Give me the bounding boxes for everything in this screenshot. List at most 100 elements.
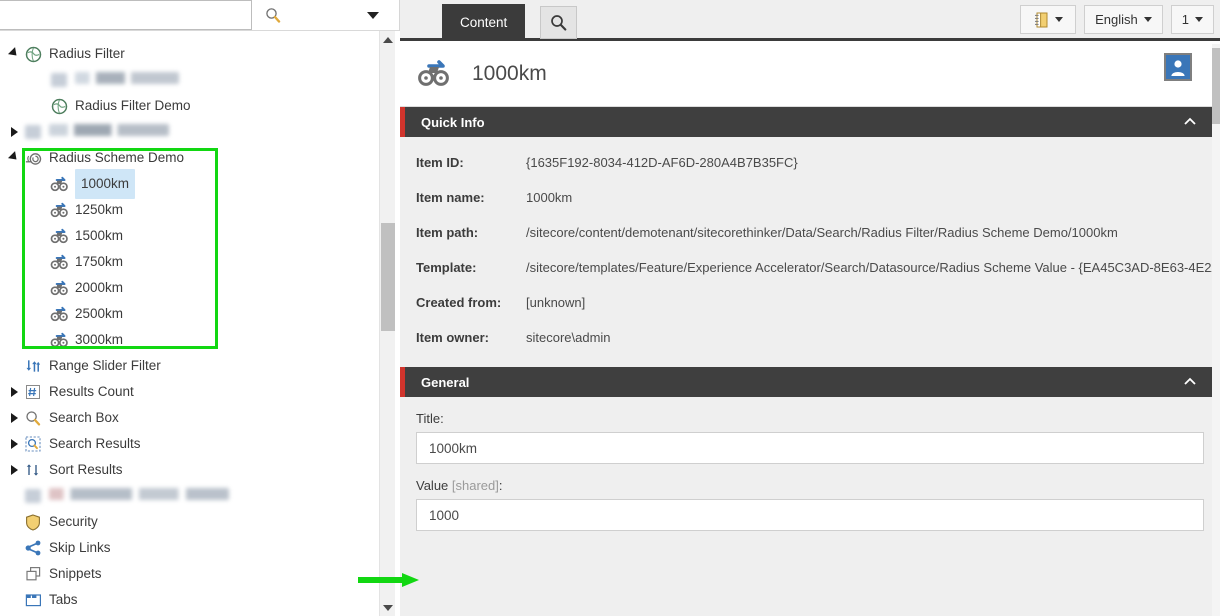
tree-item-blurred-3[interactable]: [0, 483, 380, 509]
tree-item-radius-filter-demo[interactable]: Radius Filter Demo: [0, 93, 380, 119]
snail-icon: [24, 150, 43, 166]
quick-info-label: Item ID:: [416, 155, 464, 170]
expand-icon[interactable]: [6, 119, 22, 145]
tab-content[interactable]: Content: [442, 4, 526, 41]
section-body-general: Title: 1000km Value [shared]: 1000: [400, 397, 1220, 531]
blurred-icon: [22, 485, 44, 507]
search-icon: [22, 407, 44, 429]
tree-item-2000km[interactable]: 2000km: [0, 275, 380, 301]
tree-item-1250km[interactable]: 1250km: [0, 197, 380, 223]
tree-item-1750km[interactable]: 1750km: [0, 249, 380, 275]
tree-search-bar: [0, 0, 399, 31]
blurred-icon: [22, 121, 44, 143]
language-dropdown[interactable]: English: [1084, 5, 1163, 34]
content-tree[interactable]: Radius Filter Radius Filter Demo Radius Sc…: [0, 31, 400, 616]
tree-item-1000km[interactable]: 1000km: [0, 169, 380, 199]
tree-item-search-results[interactable]: Search Results: [0, 431, 380, 457]
language-label: English: [1095, 12, 1138, 27]
field-input-value[interactable]: 1000: [416, 499, 1204, 531]
editor-pane: Content English 1 1000km Quick Info Item…: [400, 0, 1220, 616]
section-body-quick-info: Item ID: {1635F192-8034-412D-AF6D-280A4B7…: [400, 137, 1220, 367]
editor-scrollbar[interactable]: [1212, 44, 1220, 616]
search-icon: [551, 15, 567, 31]
share-icon: [25, 540, 42, 556]
slider-icon: [22, 355, 44, 377]
tree-item-range-slider-filter[interactable]: Range Slider Filter: [0, 353, 380, 379]
tree-item-radius-filter[interactable]: Radius Filter: [0, 41, 380, 67]
tree-item-search-box[interactable]: Search Box: [0, 405, 380, 431]
user-icon[interactable]: [1164, 53, 1192, 81]
bike-icon: [48, 251, 70, 273]
tree-item-sort-results[interactable]: Sort Results: [0, 457, 380, 483]
search-results-icon: [25, 436, 41, 452]
page-title: 1000km: [472, 61, 547, 85]
expand-icon[interactable]: [6, 379, 22, 405]
sort-icon: [25, 462, 41, 478]
scroll-down-icon[interactable]: [380, 599, 396, 616]
quick-info-value: [unknown]: [526, 295, 586, 310]
field-input-title[interactable]: 1000km: [416, 432, 1204, 464]
ribbon-right-controls: English 1: [1020, 5, 1214, 34]
tree-item-skip-links[interactable]: Skip Links: [0, 535, 380, 561]
section-title-quick-info: Quick Info: [421, 114, 485, 130]
collapse-icon[interactable]: [6, 145, 22, 171]
shield-icon: [22, 511, 44, 533]
tree-item-label: Search Box: [49, 410, 119, 425]
scroll-up-icon[interactable]: [380, 31, 396, 48]
section-header-quick-info[interactable]: Quick Info: [400, 107, 1220, 137]
tree-item-results-count[interactable]: Results Count: [0, 379, 380, 405]
bike-icon: [48, 199, 70, 221]
chevron-up-icon[interactable]: [1184, 116, 1196, 128]
bike-icon: [48, 303, 70, 325]
expand-icon[interactable]: [6, 457, 22, 483]
tree-item-blurred-1[interactable]: [0, 67, 380, 93]
tree-scrollbar-thumb[interactable]: [381, 223, 395, 331]
tree-item-2500km[interactable]: 2500km: [0, 301, 380, 327]
quick-info-value: 1000km: [526, 190, 573, 205]
search-input[interactable]: [0, 0, 252, 30]
content-tree-pane: Radius Filter Radius Filter Demo Radius Sc…: [0, 0, 400, 616]
field-label-text: Value: [416, 478, 452, 493]
sitecore-content-editor: Radius Filter Radius Filter Demo Radius Sc…: [0, 0, 1220, 616]
section-header-general[interactable]: General: [400, 367, 1220, 397]
tree-item-tabs[interactable]: Tabs: [0, 587, 380, 613]
tree-item-label: Tabs: [49, 592, 78, 607]
tabs-icon: [25, 592, 42, 608]
editor-scrollbar-thumb[interactable]: [1212, 48, 1220, 124]
tree-item-label: Results Count: [49, 384, 134, 399]
quick-info-row: Item path: /sitecore/content/demotenant/s…: [400, 215, 1220, 250]
tree-item-radius-scheme-demo[interactable]: Radius Scheme Demo: [0, 145, 380, 171]
tree-item-3000km[interactable]: 3000km: [0, 327, 380, 353]
tree-scrollbar[interactable]: [379, 31, 395, 616]
tabs-icon: [22, 589, 44, 611]
chevron-up-icon[interactable]: [1184, 376, 1196, 388]
collapse-icon[interactable]: [6, 41, 22, 67]
tree-item-blurred-2[interactable]: [0, 119, 380, 145]
expand-icon[interactable]: [6, 405, 22, 431]
search-icon[interactable]: [260, 3, 286, 27]
expand-icon[interactable]: [6, 431, 22, 457]
chevron-down-icon: [1195, 17, 1203, 22]
bike-icon: [414, 54, 454, 94]
tree-item-1500km[interactable]: 1500km: [0, 223, 380, 249]
hash-icon: [22, 381, 44, 403]
bike-icon: [50, 280, 69, 297]
tree-item-label: Snippets: [49, 566, 102, 581]
field-shared-marker: [shared]: [451, 478, 499, 493]
tree-item-label: 2500km: [75, 306, 124, 321]
quick-info-row: Created from: [unknown]: [400, 285, 1220, 320]
tree-item-snippets[interactable]: Snippets: [0, 561, 380, 587]
chevron-down-icon[interactable]: [362, 4, 384, 26]
tree-item-security[interactable]: Security: [0, 509, 380, 535]
chevron-down-icon: [1143, 17, 1152, 22]
language-icon-button[interactable]: [1020, 5, 1077, 34]
tab-search-button[interactable]: [540, 6, 577, 39]
version-dropdown[interactable]: 1: [1170, 5, 1214, 34]
search-results-icon: [22, 433, 44, 455]
quick-info-row: Template: /sitecore/templates/Feature/Exp…: [400, 250, 1220, 285]
